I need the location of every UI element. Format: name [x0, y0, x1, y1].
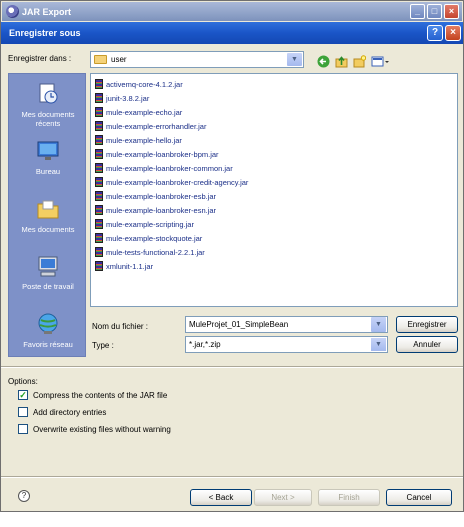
- place-label: Favoris réseau: [23, 340, 73, 349]
- compress-checkbox[interactable]: ✓: [18, 390, 28, 400]
- folder-icon: [94, 55, 107, 64]
- jar-file-icon: [95, 247, 103, 257]
- save-button[interactable]: Enregistrer: [396, 316, 458, 333]
- filename-history-dropdown[interactable]: ▼: [370, 316, 387, 333]
- jar-file-icon: [95, 135, 103, 145]
- place-recent-documents[interactable]: Mes documents récents: [9, 82, 87, 128]
- place-my-documents[interactable]: Mes documents: [9, 197, 87, 234]
- eclipse-icon: [6, 5, 19, 18]
- file-item[interactable]: xmlunit-1.1.jar: [95, 260, 153, 272]
- filename-input[interactable]: MuleProjet_01_SimpleBean ▼: [185, 316, 388, 333]
- place-label: Poste de travail: [22, 282, 74, 291]
- chevron-down-icon: ▼: [371, 338, 386, 351]
- place-label: Bureau: [35, 167, 61, 176]
- save-dialog-title: Enregistrer sous: [9, 28, 81, 38]
- look-in-value: user: [111, 55, 127, 64]
- maximize-button[interactable]: □: [427, 4, 442, 19]
- file-item[interactable]: mule-example-scripting.jar: [95, 218, 194, 230]
- my-documents-icon: [37, 200, 59, 219]
- dialog-help-button[interactable]: ?: [427, 25, 443, 41]
- file-list[interactable]: activemq-core-4.1.2.jar junit-3.8.2.jar …: [90, 73, 458, 307]
- file-item[interactable]: mule-example-errorhandler.jar: [95, 120, 206, 132]
- overwrite-option[interactable]: Overwrite existing files without warning: [18, 424, 171, 434]
- compress-option[interactable]: ✓ Compress the contents of the JAR file: [18, 390, 167, 400]
- file-item[interactable]: mule-example-loanbroker-credit-agency.ja…: [95, 176, 248, 188]
- dialog-close-button[interactable]: ×: [445, 25, 461, 41]
- filename-label: Nom du fichier :: [92, 322, 149, 331]
- minimize-button[interactable]: _: [410, 4, 425, 19]
- chevron-down-icon: ▼: [287, 53, 302, 66]
- options-label: Options:: [8, 377, 38, 386]
- directory-entries-label: Add directory entries: [33, 407, 107, 417]
- new-folder-button[interactable]: [352, 54, 366, 68]
- jar-file-icon: [95, 205, 103, 215]
- view-menu-icon: [371, 56, 389, 66]
- window-title: JAR Export: [22, 6, 72, 17]
- window-close-button[interactable]: ×: [444, 4, 459, 19]
- file-item[interactable]: mule-example-echo.jar: [95, 106, 182, 118]
- new-folder-icon: [353, 54, 366, 67]
- jar-file-icon: [95, 93, 103, 103]
- overwrite-checkbox[interactable]: [18, 424, 28, 434]
- jar-file-icon: [95, 163, 103, 173]
- place-network[interactable]: Favoris réseau: [9, 312, 87, 349]
- back-button[interactable]: < Back: [190, 489, 252, 506]
- finish-button[interactable]: Finish: [318, 489, 380, 506]
- save-dialog-title-bar[interactable]: Enregistrer sous ? ×: [1, 22, 463, 44]
- chevron-down-icon: ▼: [371, 317, 386, 332]
- view-menu-button[interactable]: [370, 54, 390, 68]
- file-item[interactable]: mule-example-loanbroker-esn.jar: [95, 204, 216, 216]
- jar-file-icon: [95, 191, 103, 201]
- jar-file-icon: [95, 107, 103, 117]
- recent-documents-icon: [39, 83, 58, 104]
- next-button[interactable]: Next >: [254, 489, 312, 506]
- divider: [1, 366, 463, 368]
- look-in-dropdown[interactable]: user ▼: [90, 51, 304, 68]
- jar-file-icon: [95, 121, 103, 131]
- wizard-help-icon[interactable]: ?: [18, 490, 30, 502]
- divider: [1, 476, 463, 478]
- file-item[interactable]: mule-example-stockquote.jar: [95, 232, 202, 244]
- file-item[interactable]: mule-example-loanbroker-bpm.jar: [95, 148, 219, 160]
- file-item[interactable]: mule-example-loanbroker-esb.jar: [95, 190, 216, 202]
- dialog-cancel-button[interactable]: Annuler: [396, 336, 458, 353]
- filetype-label: Type :: [92, 341, 114, 350]
- back-nav-button[interactable]: [316, 54, 330, 68]
- place-desktop[interactable]: Bureau: [9, 139, 87, 176]
- file-item[interactable]: mule-tests-functional-2.2.1.jar: [95, 246, 205, 258]
- directory-entries-option[interactable]: Add directory entries: [18, 407, 106, 417]
- look-in-label: Enregistrer dans :: [8, 54, 72, 63]
- filetype-dropdown[interactable]: *.jar,*.zip ▼: [185, 336, 388, 353]
- jar-file-icon: [95, 149, 103, 159]
- my-computer-icon: [38, 256, 58, 277]
- jar-file-icon: [95, 79, 103, 89]
- up-folder-button[interactable]: [334, 54, 348, 68]
- jar-file-icon: [95, 261, 103, 271]
- file-item[interactable]: activemq-core-4.1.2.jar: [95, 78, 183, 90]
- place-label: Mes documents récents: [21, 110, 75, 128]
- file-item[interactable]: mule-example-loanbroker-common.jar: [95, 162, 233, 174]
- jar-file-icon: [95, 177, 103, 187]
- cancel-button[interactable]: Cancel: [386, 489, 452, 506]
- back-arrow-icon: [317, 55, 329, 67]
- jar-file-icon: [95, 219, 103, 229]
- filetype-value: *.jar,*.zip: [189, 340, 221, 349]
- place-my-computer[interactable]: Poste de travail: [9, 254, 87, 291]
- network-places-icon: [38, 313, 58, 334]
- up-folder-icon: [335, 55, 347, 67]
- overwrite-label: Overwrite existing files without warning: [33, 424, 171, 434]
- jar-file-icon: [95, 233, 103, 243]
- file-item[interactable]: mule-example-hello.jar: [95, 134, 182, 146]
- places-bar: Mes documents récents Bureau Mes documen…: [8, 73, 86, 357]
- window-title-bar[interactable]: JAR Export _ □ ×: [2, 2, 462, 21]
- filename-value: MuleProjet_01_SimpleBean: [189, 320, 289, 329]
- compress-label: Compress the contents of the JAR file: [33, 390, 168, 400]
- place-label: Mes documents: [21, 225, 75, 234]
- directory-entries-checkbox[interactable]: [18, 407, 28, 417]
- file-item[interactable]: junit-3.8.2.jar: [95, 92, 149, 104]
- desktop-icon: [37, 141, 59, 160]
